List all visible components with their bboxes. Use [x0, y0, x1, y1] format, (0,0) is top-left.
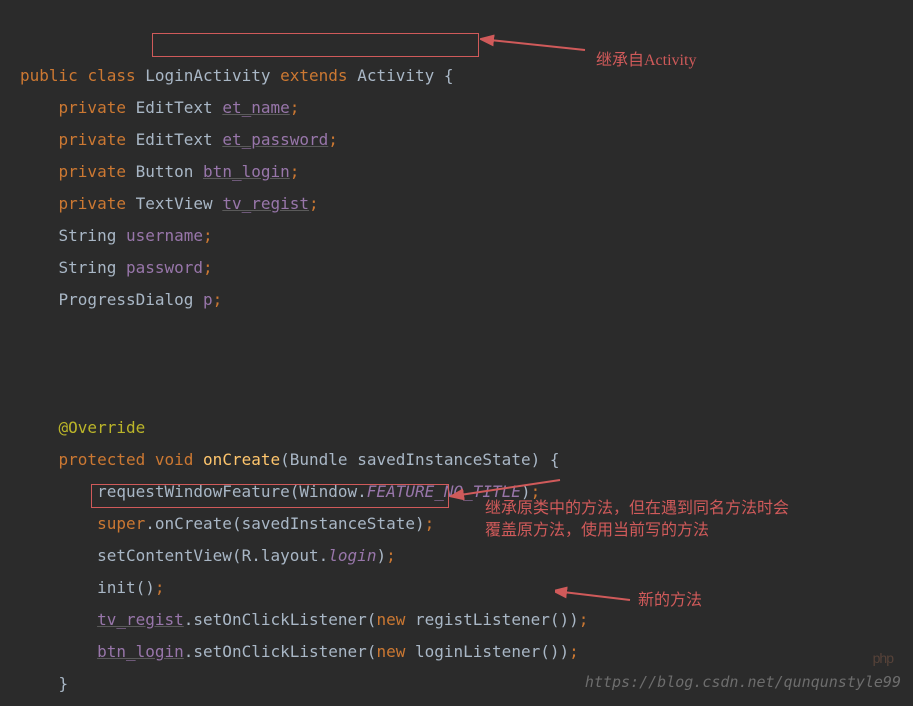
- ctor-loginlistener: loginListener: [415, 642, 540, 661]
- type: EditText: [136, 98, 213, 117]
- brace-close: }: [59, 674, 69, 693]
- type: String: [59, 258, 117, 277]
- semicolon: ;: [579, 610, 589, 629]
- field-tv-regist: tv_regist: [222, 194, 309, 213]
- recv-tv-regist: tv_regist: [97, 610, 184, 629]
- arg: savedInstanceState: [242, 514, 415, 533]
- recv-btn-login: btn_login: [97, 642, 184, 661]
- kw-new: new: [376, 642, 405, 661]
- type: String: [59, 226, 117, 245]
- semicolon: ;: [203, 258, 213, 277]
- call-setonclicklistener: setOnClickListener: [193, 610, 366, 629]
- kw-void: void: [155, 450, 194, 469]
- annotation-override: @Override: [59, 418, 146, 437]
- type: EditText: [136, 130, 213, 149]
- field-et-name: et_name: [222, 98, 289, 117]
- semicolon: ;: [386, 546, 396, 565]
- kw-private: private: [59, 130, 126, 149]
- annotation-text-1: 继承自Activity: [596, 50, 696, 72]
- annotation-text-2-line1: 继承原类中的方法，但在遇到同名方法时会: [485, 498, 789, 520]
- field-password: password: [126, 258, 203, 277]
- arg-login: login: [328, 546, 376, 565]
- kw-extends: extends: [280, 66, 347, 85]
- semicolon: ;: [155, 578, 165, 597]
- code-editor: public class LoginActivity extends Activ…: [0, 0, 913, 700]
- super-class: Activity: [357, 66, 434, 85]
- param-type: Bundle: [290, 450, 348, 469]
- semicolon: ;: [425, 514, 435, 533]
- kw-private: private: [59, 162, 126, 181]
- brace-open: {: [550, 450, 560, 469]
- semicolon: ;: [290, 162, 300, 181]
- kw-new: new: [376, 610, 405, 629]
- call-requestwindowfeature: requestWindowFeature: [97, 482, 290, 501]
- ctor-registlistener: registListener: [415, 610, 550, 629]
- kw-public: public: [20, 66, 78, 85]
- type: ProgressDialog: [59, 290, 194, 309]
- method-oncreate: onCreate: [203, 450, 280, 469]
- call-setcontentview: setContentView: [97, 546, 232, 565]
- type: TextView: [136, 194, 213, 213]
- field-p: p: [203, 290, 213, 309]
- semicolon: ;: [569, 642, 579, 661]
- semicolon: ;: [213, 290, 223, 309]
- annotation-text-3: 新的方法: [638, 590, 702, 612]
- field-username: username: [126, 226, 203, 245]
- watermark-text: https://blog.csdn.net/qunqunstyle99: [585, 666, 901, 698]
- semicolon: ;: [203, 226, 213, 245]
- brace-open: {: [444, 66, 454, 85]
- call-oncreate: onCreate: [155, 514, 232, 533]
- class-name: LoginActivity: [145, 66, 270, 85]
- kw-private: private: [59, 194, 126, 213]
- semicolon: ;: [309, 194, 319, 213]
- kw-super: super: [97, 514, 145, 533]
- call-setonclicklistener: setOnClickListener: [193, 642, 366, 661]
- semicolon: ;: [290, 98, 300, 117]
- field-btn-login: btn_login: [203, 162, 290, 181]
- param-name: savedInstanceState: [357, 450, 530, 469]
- arg-class: Window: [299, 482, 357, 501]
- kw-class: class: [87, 66, 135, 85]
- call-init: init: [97, 578, 136, 597]
- field-et-password: et_password: [222, 130, 328, 149]
- type: Button: [136, 162, 194, 181]
- annotation-text-2-line2: 覆盖原方法，使用当前写的方法: [485, 520, 709, 542]
- semicolon: ;: [328, 130, 338, 149]
- kw-protected: protected: [59, 450, 146, 469]
- kw-private: private: [59, 98, 126, 117]
